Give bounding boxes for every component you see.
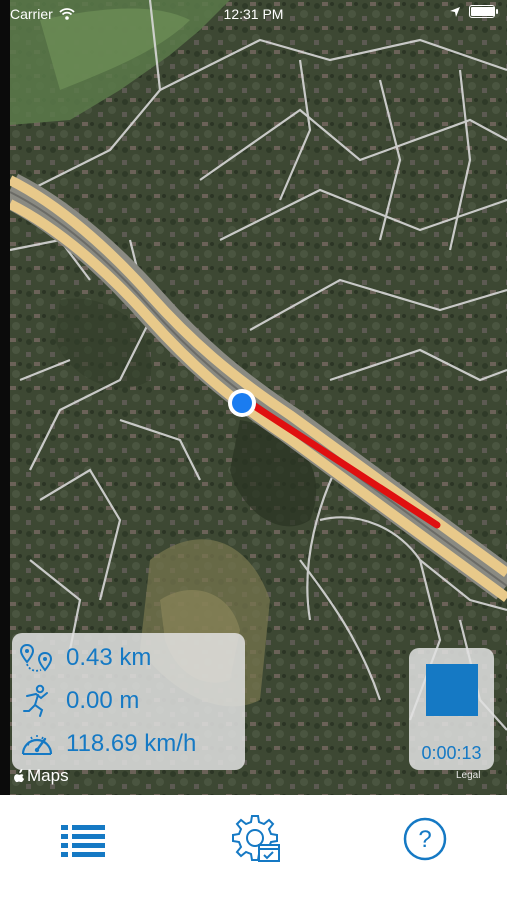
current-location-dot <box>228 389 256 417</box>
stop-button[interactable] <box>426 664 478 716</box>
svg-text:?: ? <box>418 826 431 853</box>
stats-panel: 0.43 km 0.00 m 118.69 km/h <box>12 633 245 770</box>
recording-panel: 0:00:13 <box>409 648 494 770</box>
speed-value: 118.69 km/h <box>66 730 197 757</box>
speedometer-icon <box>18 727 56 761</box>
map-view[interactable]: Carrier 12:31 PM 0.43 km 0.00 m 118.69 k… <box>0 0 507 795</box>
tab-help[interactable]: ? <box>395 811 455 867</box>
speed-row: 118.69 km/h <box>18 727 196 761</box>
settings-gear-icon <box>232 815 280 862</box>
apple-logo-icon <box>14 769 25 783</box>
status-time: 12:31 PM <box>223 6 284 22</box>
distance-value: 0.43 km <box>66 644 152 671</box>
maps-attribution-label: Maps <box>27 766 69 785</box>
altitude-icon <box>18 684 56 718</box>
route-pins-icon <box>18 641 56 675</box>
tab-bar: ? <box>0 795 507 900</box>
list-icon <box>61 825 105 857</box>
help-icon: ? <box>403 817 447 861</box>
left-edge-strip <box>0 0 10 795</box>
tab-track-list[interactable] <box>53 811 113 867</box>
legal-link[interactable]: Legal <box>456 770 480 781</box>
location-services-icon <box>450 6 460 17</box>
distance-row: 0.43 km <box>18 641 151 675</box>
altitude-value: 0.00 m <box>66 687 140 714</box>
battery-level <box>471 7 495 16</box>
status-bar: Carrier 12:31 PM <box>0 0 507 28</box>
altitude-row: 0.00 m <box>18 684 139 718</box>
tab-settings[interactable] <box>224 811 284 867</box>
maps-attribution: Maps <box>13 766 69 786</box>
battery-icon <box>469 5 498 18</box>
elapsed-timer: 0:00:13 <box>421 743 482 763</box>
